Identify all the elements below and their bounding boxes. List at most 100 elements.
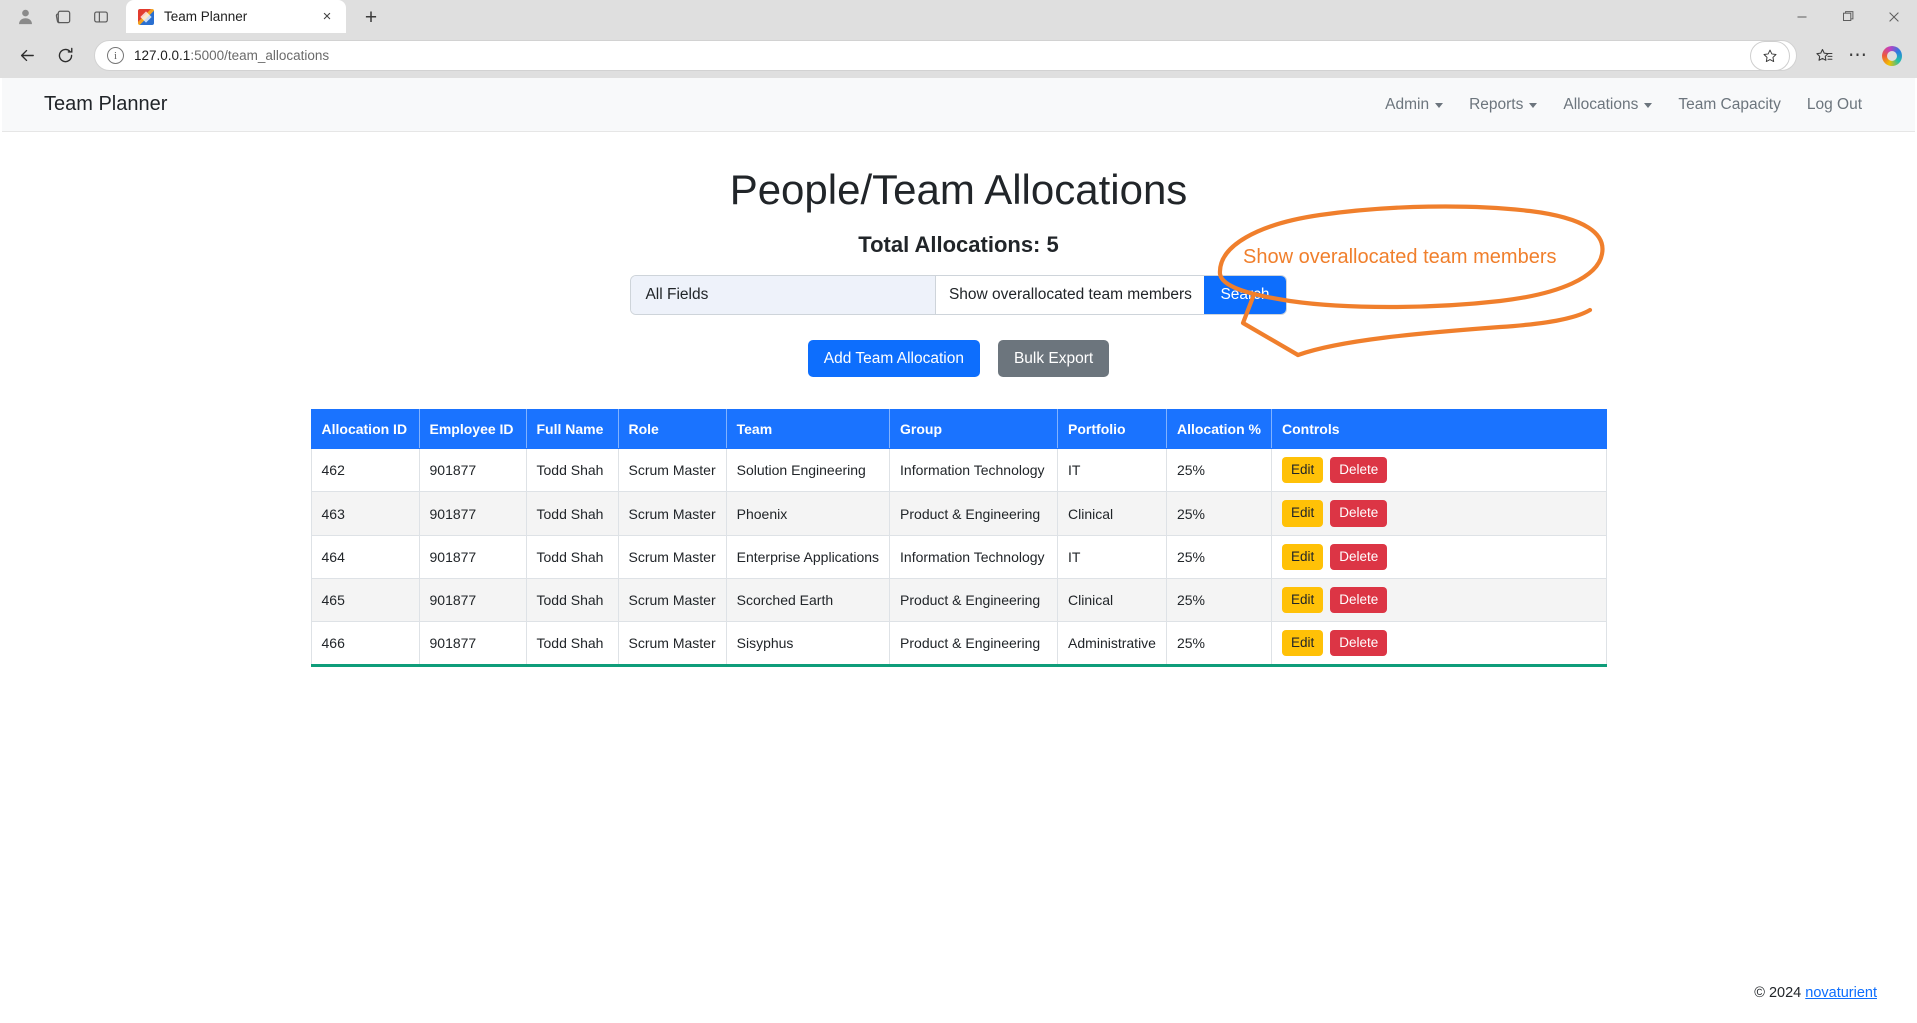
cell-controls: Edit Delete bbox=[1270, 621, 1607, 667]
cell-portfolio: IT bbox=[1057, 534, 1167, 579]
cell-allocation-id: 465 bbox=[310, 577, 420, 623]
cell-role: Scrum Master bbox=[617, 534, 727, 579]
back-button[interactable] bbox=[10, 39, 44, 73]
cell-controls: Edit Delete bbox=[1270, 491, 1607, 536]
cell-allocation-id: 466 bbox=[310, 621, 420, 667]
chevron-down-icon bbox=[1435, 103, 1444, 108]
delete-button[interactable]: Delete bbox=[1330, 500, 1388, 527]
url-text: 127.0.0.1:5000/team_allocations bbox=[134, 48, 1750, 63]
table-row: 464 901877 Todd Shah Scrum Master Enterprise… bbox=[310, 534, 1607, 579]
cell-controls: Edit Delete bbox=[1270, 577, 1607, 623]
cell-full-name: Todd Shah bbox=[525, 577, 619, 623]
nav-item-label: Admin bbox=[1385, 95, 1430, 113]
footer-copyright: © 2024 bbox=[1754, 985, 1802, 1001]
browser-chrome: Team Planner × + i 127.0.0.1:5000/team_a… bbox=[0, 0, 1917, 78]
cell-allocation-pct: 25% bbox=[1165, 621, 1272, 667]
search-input[interactable]: Show overallocated team members bbox=[936, 276, 1205, 315]
edit-button[interactable]: Edit bbox=[1281, 500, 1324, 527]
collections-icon[interactable] bbox=[1809, 41, 1839, 71]
cell-allocation-id: 464 bbox=[310, 534, 420, 579]
copilot-icon[interactable] bbox=[1877, 41, 1907, 71]
add-team-allocation-button[interactable]: Add Team Allocation bbox=[807, 340, 980, 378]
cell-full-name: Todd Shah bbox=[525, 621, 619, 667]
url-path: :5000/team_allocations bbox=[190, 48, 330, 63]
address-bar[interactable]: i 127.0.0.1:5000/team_allocations bbox=[94, 40, 1797, 71]
column-header-portfolio[interactable]: Portfolio bbox=[1057, 409, 1167, 450]
search-button[interactable]: Search bbox=[1204, 276, 1286, 315]
reload-button[interactable] bbox=[48, 39, 82, 73]
edit-button[interactable]: Edit bbox=[1281, 586, 1324, 614]
cell-employee-id: 901877 bbox=[418, 534, 527, 579]
cell-allocation-pct: 25% bbox=[1165, 491, 1272, 536]
app-navbar: Team Planner Admin Reports Allocations T… bbox=[2, 78, 1915, 132]
cell-allocation-id: 463 bbox=[310, 491, 420, 536]
cell-team: Scorched Earth bbox=[725, 577, 891, 623]
cell-allocation-pct: 25% bbox=[1165, 448, 1272, 493]
tab-title: Team Planner bbox=[164, 9, 248, 24]
column-header-team[interactable]: Team bbox=[725, 409, 891, 450]
table-body: 462 901877 Todd Shah Scrum Master Solution E… bbox=[310, 448, 1607, 667]
delete-button[interactable]: Delete bbox=[1330, 457, 1388, 484]
allocations-table: Allocation ID Employee ID Full Name Role… bbox=[310, 409, 1607, 668]
tab-close-icon[interactable]: × bbox=[316, 6, 338, 28]
app-brand[interactable]: Team Planner bbox=[44, 93, 167, 116]
column-header-allocation-pct[interactable]: Allocation % bbox=[1165, 409, 1272, 450]
column-header-full-name[interactable]: Full Name bbox=[525, 409, 619, 450]
tab-favicon-icon bbox=[138, 8, 154, 25]
column-header-allocation-id[interactable]: Allocation ID bbox=[310, 409, 420, 450]
window-minimize-button[interactable] bbox=[1779, 0, 1825, 33]
cell-role: Scrum Master bbox=[617, 621, 727, 667]
chevron-down-icon bbox=[1644, 103, 1653, 108]
window-close-button[interactable] bbox=[1871, 0, 1917, 33]
workspaces-icon[interactable] bbox=[44, 0, 82, 33]
browser-toolbar: i 127.0.0.1:5000/team_allocations ⋯ bbox=[0, 33, 1917, 78]
footer-link[interactable]: novaturient bbox=[1805, 985, 1877, 1001]
more-options-icon[interactable]: ⋯ bbox=[1843, 41, 1873, 71]
nav-item-label: Reports bbox=[1469, 95, 1524, 113]
delete-button[interactable]: Delete bbox=[1330, 630, 1388, 657]
cell-portfolio: Administrative bbox=[1057, 621, 1167, 667]
delete-button[interactable]: Delete bbox=[1330, 586, 1388, 614]
table-row: 463 901877 Todd Shah Scrum Master Phoenix Pro… bbox=[310, 491, 1607, 536]
delete-button[interactable]: Delete bbox=[1330, 543, 1388, 570]
search-field-select[interactable]: All Fields bbox=[631, 276, 937, 315]
column-header-employee-id[interactable]: Employee ID bbox=[418, 409, 527, 450]
window-maximize-button[interactable] bbox=[1825, 0, 1871, 33]
cell-employee-id: 901877 bbox=[418, 491, 527, 536]
favorite-star-icon[interactable] bbox=[1750, 40, 1790, 71]
site-info-icon[interactable]: i bbox=[107, 47, 124, 64]
edit-button[interactable]: Edit bbox=[1281, 543, 1324, 570]
cell-portfolio: Clinical bbox=[1057, 577, 1167, 623]
edit-button[interactable]: Edit bbox=[1281, 457, 1324, 484]
column-header-group[interactable]: Group bbox=[889, 409, 1059, 450]
nav-item-admin[interactable]: Admin bbox=[1372, 88, 1456, 122]
total-allocations-label: Total Allocations: 5 bbox=[858, 232, 1059, 258]
nav-item-reports[interactable]: Reports bbox=[1456, 88, 1550, 122]
cell-portfolio: IT bbox=[1057, 448, 1167, 493]
column-header-controls: Controls bbox=[1270, 409, 1607, 450]
cell-group: Information Technology bbox=[889, 534, 1059, 579]
cell-allocation-pct: 25% bbox=[1165, 534, 1272, 579]
nav-item-allocations[interactable]: Allocations bbox=[1550, 88, 1665, 122]
split-screen-icon[interactable] bbox=[82, 0, 120, 33]
nav-item-team-capacity[interactable]: Team Capacity bbox=[1665, 88, 1794, 122]
cell-group: Product & Engineering bbox=[889, 491, 1059, 536]
table-row: 462 901877 Todd Shah Scrum Master Solution E… bbox=[310, 448, 1607, 493]
nav-item-log-out[interactable]: Log Out bbox=[1794, 88, 1875, 122]
row-controls: Edit Delete bbox=[1281, 630, 1596, 657]
cell-team: Phoenix bbox=[725, 491, 891, 536]
cell-role: Scrum Master bbox=[617, 577, 727, 623]
cell-controls: Edit Delete bbox=[1270, 534, 1607, 579]
cell-employee-id: 901877 bbox=[418, 577, 527, 623]
cell-group: Information Technology bbox=[889, 448, 1059, 493]
cell-allocation-pct: 25% bbox=[1165, 577, 1272, 623]
browser-tab[interactable]: Team Planner × bbox=[126, 0, 346, 33]
profile-avatar-icon[interactable] bbox=[6, 0, 44, 33]
new-tab-button[interactable]: + bbox=[354, 3, 388, 33]
cell-role: Scrum Master bbox=[617, 491, 727, 536]
bulk-export-button[interactable]: Bulk Export bbox=[997, 340, 1110, 378]
edit-button[interactable]: Edit bbox=[1281, 630, 1324, 657]
action-button-row: Add Team Allocation Bulk Export bbox=[0, 340, 1917, 378]
nav-links: Admin Reports Allocations Team Capacity … bbox=[1372, 88, 1875, 122]
column-header-role[interactable]: Role bbox=[617, 409, 727, 450]
